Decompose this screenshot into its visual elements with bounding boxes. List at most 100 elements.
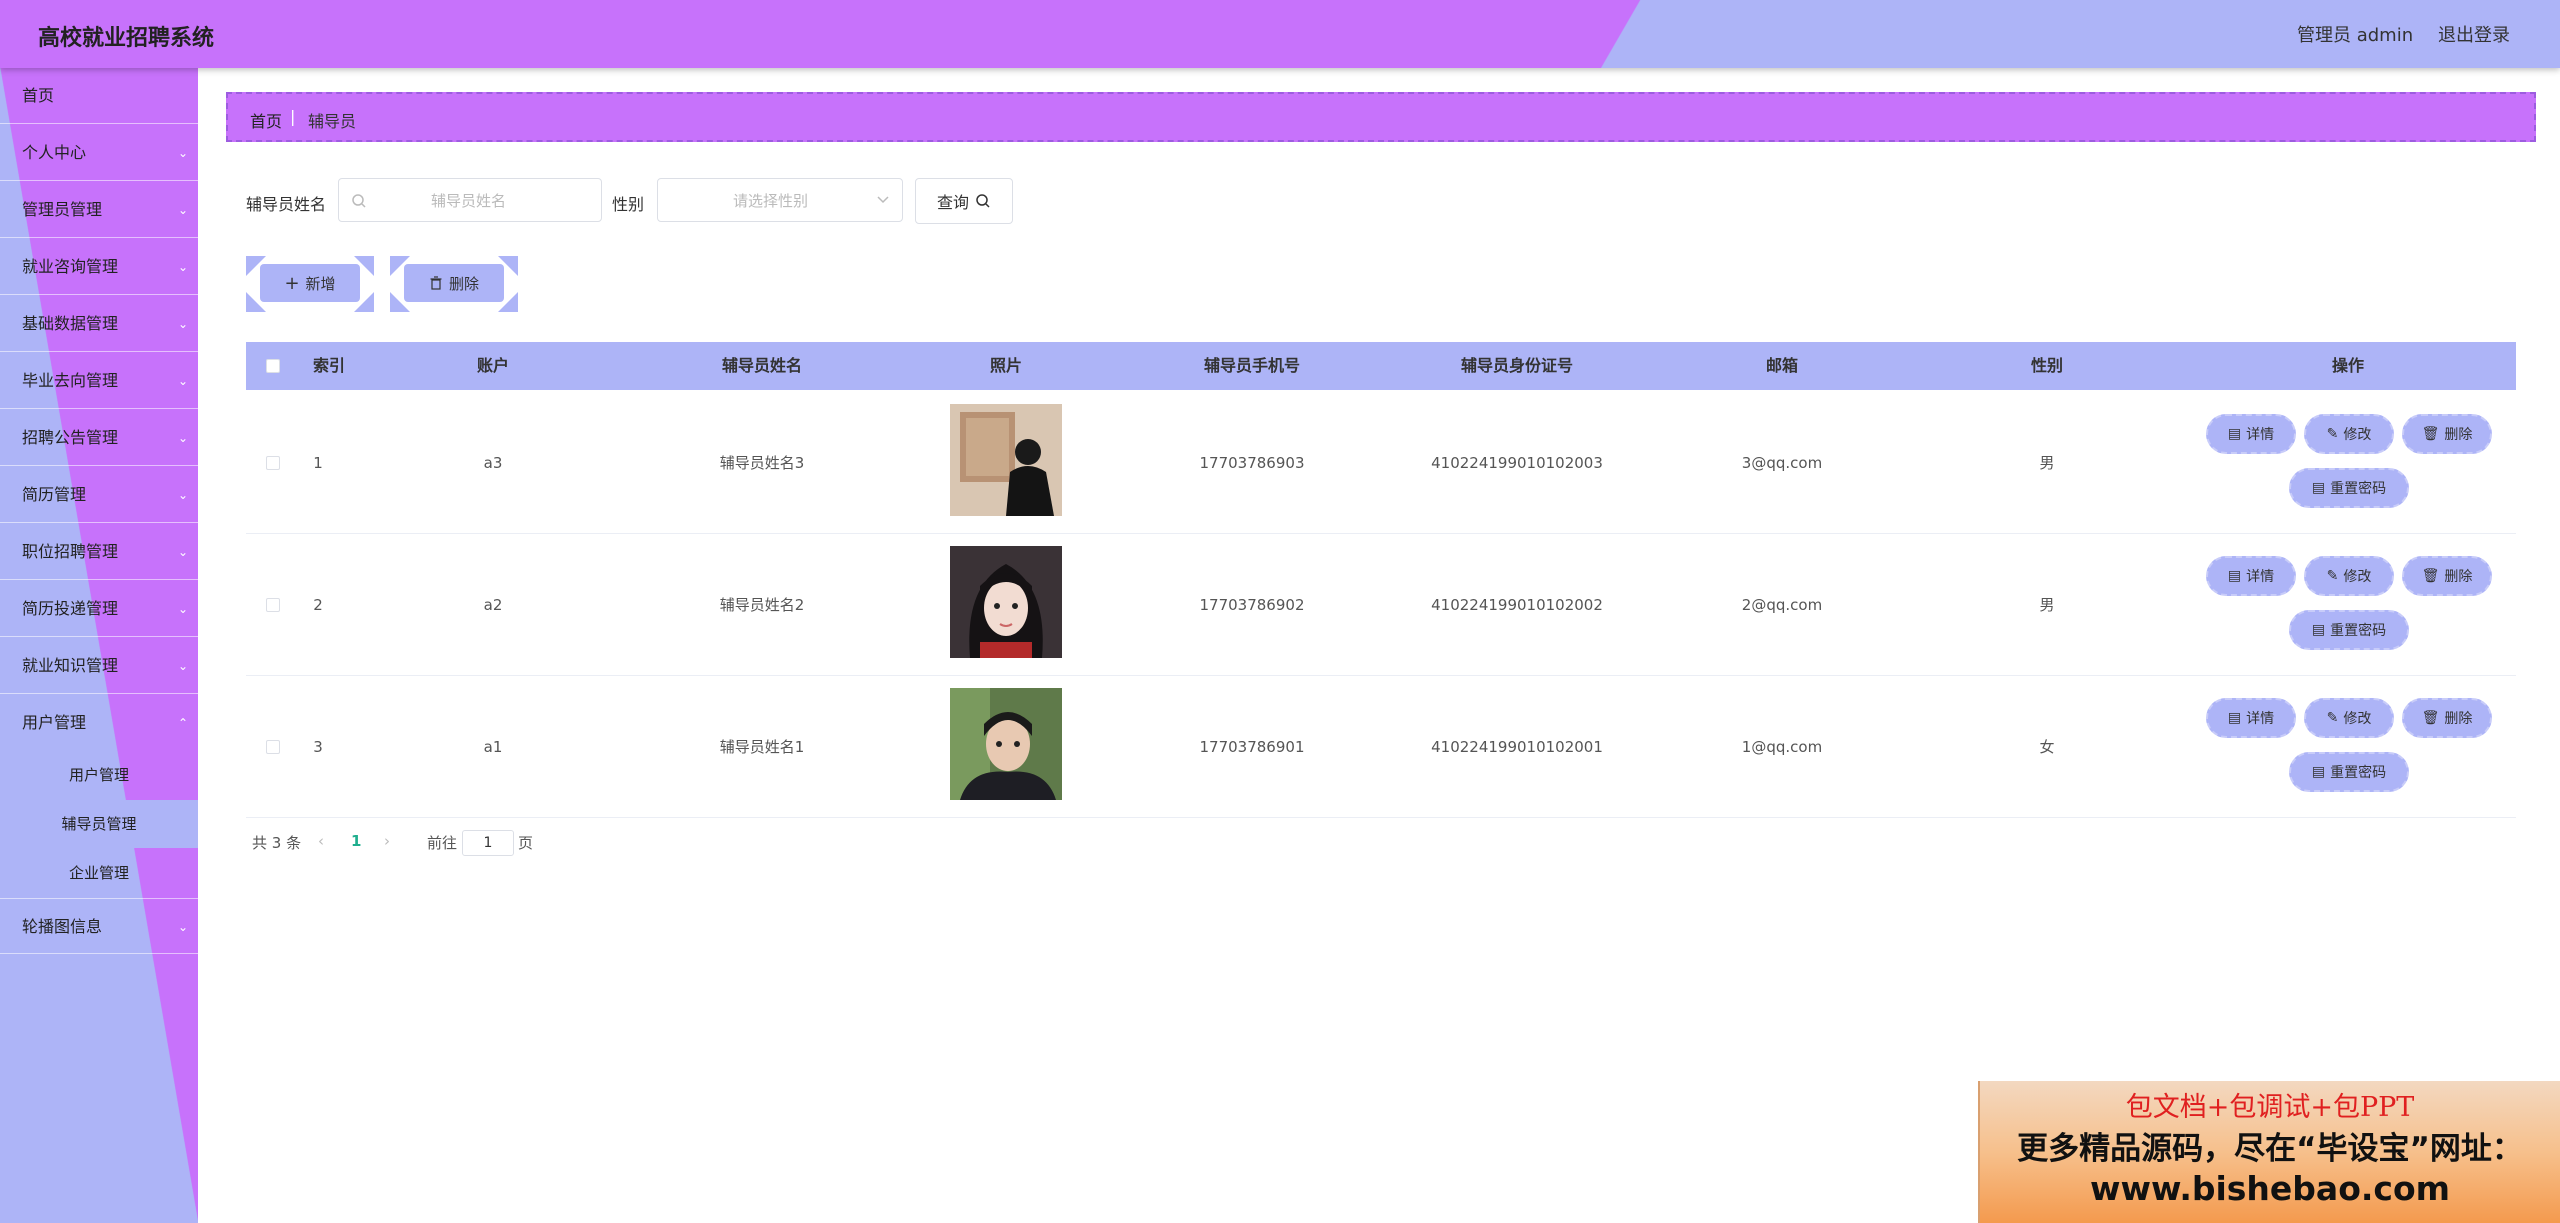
next-page-icon[interactable]: › [384,832,390,850]
delete-button-wrapper: 删除 [390,256,518,312]
add-button[interactable]: + 新增 [260,264,360,302]
table-header: 索引 账户 辅导员姓名 照片 辅导员手机号 辅导员身份证号 邮箱 性别 操作 [246,342,2516,390]
delete-button[interactable]: 🗑 删除 [2402,414,2492,454]
detail-button[interactable]: ▤ 详情 [2206,698,2296,738]
add-button-wrapper: + 新增 [246,256,374,312]
table-row: 2 a2 辅导员姓名2 17703786902 4102241990101020… [246,534,2516,676]
pencil-icon: ✎ [2326,710,2339,726]
counselor-photo[interactable] [950,404,1062,516]
goto-page-input[interactable]: 1 [462,830,514,856]
chevron-down-icon: ⌄ [177,374,188,388]
cell-idcard: 410224199010102003 [1431,454,1603,472]
name-search-label: 辅导员姓名 [246,195,327,214]
breadcrumb-home[interactable]: 首页 [250,108,282,132]
breadcrumb-current: 辅导员 [308,112,357,131]
query-button[interactable]: 查询 [915,178,1013,224]
cell-idcard: 410224199010102002 [1431,596,1603,614]
pencil-icon: ✎ [2326,568,2339,584]
sidebar-subitem-companies[interactable]: 企业管理 [0,849,198,897]
sidebar-item-employment-knowledge[interactable]: 就业知识管理 ⌄ [0,638,198,694]
sidebar-item-admin-management[interactable]: 管理员管理 ⌄ [0,182,198,238]
promo-line-2: 更多精品源码，尽在“毕设宝”网址： [2017,1131,2523,1167]
sidebar-item-graduate-destination[interactable]: 毕业去向管理 ⌄ [0,353,198,409]
pencil-icon: ✎ [2326,426,2339,442]
search-icon [352,194,366,208]
cell-idcard: 410224199010102001 [1431,738,1603,756]
name-search-input[interactable]: 辅导员姓名 [338,178,602,222]
select-all-checkbox[interactable] [266,359,280,373]
sidebar-item-resume-delivery[interactable]: 简历投递管理 ⌄ [0,581,198,637]
sidebar-item-job-recruit[interactable]: 职位招聘管理 ⌄ [0,524,198,580]
delete-button[interactable]: 🗑 删除 [2402,698,2492,738]
row-checkbox[interactable] [266,598,280,612]
document-icon: ▤ [2311,764,2326,780]
trash-icon [430,276,442,290]
reset-password-button[interactable]: ▤ 重置密码 [2289,468,2409,508]
promo-line-1: 包文档+包调试+包PPT [2125,1092,2415,1123]
reset-password-button[interactable]: ▤ 重置密码 [2289,610,2409,650]
logout-link[interactable]: 退出登录 [2438,21,2510,47]
detail-button-label: 详情 [2246,711,2275,727]
col-header-gender: 性别 [2030,356,2064,375]
cell-gender: 男 [2039,454,2055,472]
cell-phone: 17703786903 [1199,454,1305,472]
chevron-down-icon: ⌄ [177,146,188,160]
detail-button[interactable]: ▤ 详情 [2206,414,2296,454]
cell-account: a2 [483,596,503,614]
sidebar-item-recruit-notice[interactable]: 招聘公告管理 ⌄ [0,410,198,466]
sidebar-item-personal-center[interactable]: 个人中心 ⌄ [0,125,198,181]
pagination-total: 共 3 条 [252,834,302,852]
sidebar-item-label: 基础数据管理 [22,314,119,333]
sidebar-item-label: 招聘公告管理 [22,428,119,447]
document-icon: ▤ [2227,710,2242,726]
edit-button[interactable]: ✎ 修改 [2304,414,2394,454]
sidebar-item-label: 职位招聘管理 [22,542,119,561]
sidebar-item-label: 就业咨询管理 [22,257,119,276]
edit-button-label: 修改 [2343,427,2372,443]
edit-button[interactable]: ✎ 修改 [2304,556,2394,596]
counselor-photo[interactable] [950,688,1062,800]
page-number-current[interactable]: 1 [351,832,361,850]
prev-page-icon[interactable]: ‹ [318,832,324,850]
col-header-email: 邮箱 [1765,356,1799,375]
plus-icon: + [284,272,300,294]
sidebar-subitem-users[interactable]: 用户管理 [0,751,198,799]
chevron-down-icon: ⌄ [177,659,188,673]
chevron-down-icon: ⌄ [177,203,188,217]
sidebar-item-resume[interactable]: 简历管理 ⌄ [0,467,198,523]
delete-button[interactable]: 🗑 删除 [2402,556,2492,596]
detail-button[interactable]: ▤ 详情 [2206,556,2296,596]
col-header-ops: 操作 [2331,356,2365,375]
batch-delete-button[interactable]: 删除 [404,264,504,302]
sidebar-item-label: 首页 [22,86,55,105]
table-row: 3 a1 辅导员姓名1 17703786901 4102241990101020… [246,676,2516,818]
row-checkbox[interactable] [266,456,280,470]
delete-row-button-label: 删除 [2444,711,2473,727]
edit-button-label: 修改 [2343,569,2372,585]
top-header: 高校就业招聘系统 管理员 admin 退出登录 [0,0,2560,68]
delete-row-button-label: 删除 [2444,427,2473,443]
admin-user-label: 管理员 admin [2297,25,2414,46]
sidebar-item-user-management[interactable]: 用户管理 ⌃ [0,695,198,751]
reset-button-label: 重置密码 [2330,623,2387,639]
breadcrumb: 首页 | 辅导员 [226,92,2536,142]
chevron-down-icon: ⌄ [177,920,188,934]
edit-button[interactable]: ✎ 修改 [2304,698,2394,738]
col-header-index: 索引 [312,356,346,375]
row-checkbox[interactable] [266,740,280,754]
goto-prefix: 前往 [427,834,458,852]
promo-url: www.bishebao.com [2089,1169,2451,1208]
counselor-photo[interactable] [950,546,1062,658]
sidebar-item-carousel[interactable]: 轮播图信息 ⌄ [0,898,198,954]
promo-banner: 包文档+包调试+包PPT 更多精品源码，尽在“毕设宝”网址： www.bishe… [1978,1081,2560,1223]
gender-select[interactable]: 请选择性别 [657,178,903,222]
sidebar-item-home[interactable]: 首页 [0,68,198,124]
sidebar-subitem-counselors[interactable]: 辅导员管理 [0,800,198,848]
sidebar-item-basic-data[interactable]: 基础数据管理 ⌄ [0,296,198,352]
sidebar-item-label: 用户管理 [22,713,87,732]
reset-password-button[interactable]: ▤ 重置密码 [2289,752,2409,792]
sidebar-item-employment-consult[interactable]: 就业咨询管理 ⌄ [0,239,198,295]
col-header-idcard: 辅导员身份证号 [1460,356,1574,375]
cell-name: 辅导员姓名1 [719,738,805,756]
cell-name: 辅导员姓名2 [719,596,805,614]
